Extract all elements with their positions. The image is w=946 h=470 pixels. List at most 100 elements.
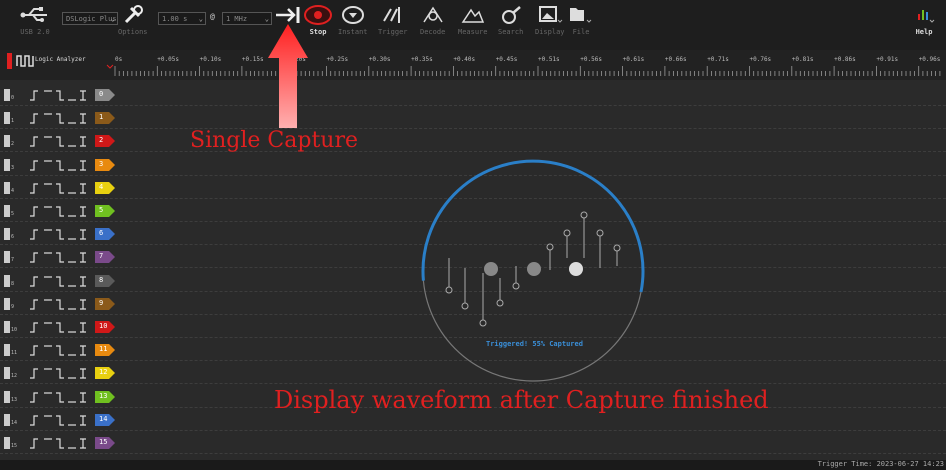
device-select-value: DSLogic Plus bbox=[66, 15, 117, 23]
trigger-type-icons[interactable] bbox=[28, 134, 90, 148]
trigger-type-icons[interactable] bbox=[28, 250, 90, 264]
display-icon bbox=[538, 6, 563, 23]
status-bar: Trigger Time: 2023-06-27 14:23 bbox=[0, 460, 946, 470]
trigger-type-icons[interactable] bbox=[28, 181, 90, 195]
help-icon bbox=[918, 10, 935, 23]
channel-drag-handle[interactable] bbox=[4, 135, 10, 148]
capture-progress-dial bbox=[421, 159, 645, 382]
trigger-type-icons[interactable] bbox=[28, 111, 90, 125]
channel-drag-handle[interactable] bbox=[4, 344, 10, 357]
channel-drag-handle[interactable] bbox=[4, 437, 10, 449]
device-select[interactable]: DSLogic Plus ⌄ bbox=[62, 12, 118, 25]
samplerate-select[interactable]: 1 MHz ⌄ bbox=[222, 12, 272, 25]
channel-label-tag[interactable]: 14 bbox=[95, 413, 115, 426]
trigger-type-icons[interactable] bbox=[28, 436, 90, 450]
file-button[interactable]: File bbox=[568, 4, 594, 36]
channel-row[interactable]: 11 bbox=[0, 107, 946, 130]
channel-drag-handle[interactable] bbox=[4, 89, 10, 101]
device-usb-button[interactable]: USB 2.0 bbox=[20, 4, 50, 36]
trigger-type-icons[interactable] bbox=[28, 297, 90, 311]
channel-drag-handle[interactable] bbox=[4, 181, 10, 194]
channel-label-tag[interactable]: 0 bbox=[95, 89, 115, 101]
samples-select[interactable]: 1.00 s ⌄ bbox=[158, 12, 206, 25]
ruler-tick-label: +0.45s bbox=[495, 56, 518, 63]
channel-label-tag[interactable]: 3 bbox=[95, 158, 115, 171]
channel-number: 10 bbox=[11, 327, 18, 333]
channel-label-tag[interactable]: 11 bbox=[95, 344, 115, 357]
channel-label-tag[interactable]: 2 bbox=[95, 135, 115, 148]
help-label: Help bbox=[915, 28, 933, 36]
channel-label-tag[interactable]: 13 bbox=[95, 390, 115, 403]
channel-label-tag[interactable]: 15 bbox=[95, 437, 115, 449]
channel-tag-number: 5 bbox=[99, 206, 104, 214]
channel-label-tag[interactable]: 10 bbox=[95, 321, 115, 333]
instant-button[interactable]: Instant bbox=[338, 4, 368, 36]
channel-drag-handle[interactable] bbox=[4, 321, 10, 333]
trigger-time: Trigger Time: 2023-06-27 14:23 bbox=[817, 460, 944, 468]
ruler-tick-label: +0.81s bbox=[791, 56, 814, 63]
channel-drag-handle[interactable] bbox=[4, 274, 10, 287]
channel-drag-handle[interactable] bbox=[4, 297, 10, 310]
help-button[interactable]: Help bbox=[912, 4, 936, 36]
display-button[interactable]: Display bbox=[535, 4, 565, 36]
channel-label-tag[interactable]: 4 bbox=[95, 181, 115, 194]
channel-drag-handle[interactable] bbox=[4, 413, 10, 426]
ruler-tick-label: +0.71s bbox=[707, 56, 729, 63]
instant-icon bbox=[341, 6, 364, 24]
measure-button[interactable]: Measure bbox=[458, 4, 488, 36]
trigger-type-icons[interactable] bbox=[28, 227, 90, 241]
trigger-type-icons[interactable] bbox=[28, 366, 90, 380]
channel-number: 11 bbox=[11, 350, 18, 357]
search-button[interactable]: Search bbox=[498, 4, 523, 36]
trigger-type-icons[interactable] bbox=[28, 413, 90, 427]
trigger-type-icons[interactable] bbox=[28, 88, 90, 102]
samplerate-value: 1 MHz bbox=[226, 15, 248, 23]
channel-label-tag[interactable]: 6 bbox=[95, 228, 115, 241]
channel-tag-number: 6 bbox=[99, 229, 104, 238]
ruler-tick-label: +0.61s bbox=[622, 56, 645, 63]
channel-tag-number: 13 bbox=[99, 391, 108, 400]
main-toolbar: USB 2.0 DSLogic Plus ⌄ Options 1.00 s ⌄ @ … bbox=[0, 0, 946, 51]
channel-label-tag[interactable]: 5 bbox=[95, 205, 115, 217]
display-waveform-annotation: Display waveform after Capture finished bbox=[274, 386, 769, 414]
trigger-type-icons[interactable] bbox=[28, 343, 90, 357]
trigger-button[interactable]: Trigger bbox=[378, 4, 408, 36]
search-label: Search bbox=[498, 28, 524, 36]
channel-tag-number: 15 bbox=[99, 438, 108, 446]
channel-row[interactable]: 00 bbox=[0, 84, 946, 106]
channel-drag-handle[interactable] bbox=[4, 251, 10, 264]
trigger-type-icons[interactable] bbox=[28, 274, 90, 288]
channel-tag-number: 11 bbox=[99, 345, 108, 354]
channel-drag-handle[interactable] bbox=[4, 228, 10, 241]
channel-drag-handle[interactable] bbox=[4, 158, 10, 171]
options-button[interactable]: Options bbox=[118, 4, 148, 36]
ruler-tick-label: +0.05s bbox=[157, 56, 179, 63]
trigger-type-icons[interactable] bbox=[28, 320, 90, 334]
time-ruler[interactable]: Logic Analyzer 0s+0.05s+0.10s+0.15s+0.20… bbox=[0, 50, 946, 80]
channel-row[interactable]: 15 15 bbox=[0, 432, 946, 454]
channel-label-tag[interactable]: 1 bbox=[95, 112, 115, 125]
at-symbol: @ bbox=[210, 12, 215, 21]
trigger-type-icons[interactable] bbox=[28, 390, 90, 404]
trigger-label: Trigger bbox=[378, 28, 408, 36]
decode-button[interactable]: Decode bbox=[420, 4, 445, 36]
channel-drag-handle[interactable] bbox=[4, 112, 10, 125]
trigger-type-icons[interactable] bbox=[28, 158, 90, 172]
trigger-type-icons[interactable] bbox=[28, 204, 90, 218]
channel-number: 5 bbox=[11, 211, 15, 217]
channel-drag-handle[interactable] bbox=[4, 367, 10, 380]
channel-tag-number: 7 bbox=[99, 252, 104, 261]
channel-tag-number: 2 bbox=[99, 136, 104, 145]
search-icon bbox=[501, 6, 521, 24]
channel-label-tag[interactable]: 7 bbox=[95, 251, 115, 264]
channel-drag-handle[interactable] bbox=[4, 205, 10, 217]
samples-value: 1.00 s bbox=[162, 15, 188, 23]
channel-drag-handle[interactable] bbox=[4, 390, 10, 403]
channel-row[interactable]: 22 bbox=[0, 130, 946, 153]
measure-icon bbox=[461, 8, 484, 23]
channel-label-tag[interactable]: 8 bbox=[95, 274, 115, 287]
channel-label-tag[interactable]: 12 bbox=[95, 367, 115, 380]
channel-label-tag[interactable]: 9 bbox=[95, 297, 115, 310]
channel-tag-number: 12 bbox=[99, 368, 108, 377]
channel-number: 14 bbox=[11, 419, 18, 426]
